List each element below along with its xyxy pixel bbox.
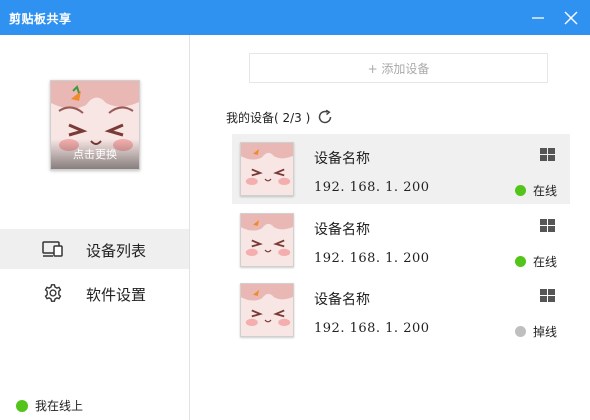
status-dot bbox=[16, 399, 28, 412]
device-avatar-image bbox=[241, 284, 293, 336]
window-title: 剪贴板共享 bbox=[9, 12, 72, 26]
device-ip: 192. 168. 1. 200 bbox=[314, 251, 430, 266]
windows-icon bbox=[540, 289, 555, 302]
device-avatar-image bbox=[241, 214, 293, 266]
device-name: 设备名称 bbox=[314, 151, 370, 167]
device-name: 设备名称 bbox=[314, 222, 370, 238]
device-status: 在线 bbox=[515, 182, 557, 199]
device-status: 在线 bbox=[515, 253, 557, 270]
device-name: 设备名称 bbox=[314, 292, 370, 308]
section-title: 我的设备( 2/3 ) bbox=[226, 111, 311, 125]
nav-item-devices[interactable]: 设备列表 bbox=[0, 229, 189, 269]
nav-item-settings-label: 软件设置 bbox=[86, 286, 147, 304]
windows-icon bbox=[540, 148, 555, 161]
devices-icon bbox=[42, 241, 63, 257]
minimize-button[interactable] bbox=[520, 0, 555, 35]
nav-item-devices-label: 设备列表 bbox=[86, 242, 147, 260]
avatar-change-hint: 点击更换 bbox=[73, 148, 117, 161]
device-status-label: 掉线 bbox=[533, 325, 558, 339]
gear-icon bbox=[44, 284, 62, 302]
status-dot bbox=[515, 326, 526, 337]
self-status-label: 我在线上 bbox=[35, 399, 84, 413]
self-status: 我在线上 bbox=[16, 397, 83, 414]
minimize-icon bbox=[531, 16, 544, 19]
add-device-button[interactable]: + 添加设备 bbox=[249, 53, 548, 83]
device-avatar bbox=[240, 142, 294, 196]
close-icon bbox=[564, 11, 577, 24]
status-dot bbox=[515, 256, 526, 267]
close-button[interactable] bbox=[553, 0, 588, 35]
title-bar: 剪贴板共享 bbox=[0, 0, 590, 35]
device-avatar bbox=[240, 213, 294, 267]
app-window: 剪贴板共享 点击更换 设备列表 软件设置 我在线上 + 添加设备 我的设备(2… bbox=[0, 0, 590, 420]
sidebar: 点击更换 设备列表 软件设置 我在线上 bbox=[0, 35, 190, 420]
device-status: 掉线 bbox=[515, 323, 557, 340]
device-avatar-image bbox=[241, 143, 293, 195]
device-status-label: 在线 bbox=[533, 255, 558, 269]
device-status-label: 在线 bbox=[533, 184, 558, 198]
device-card[interactable]: 设备名称 192. 168. 1. 200 在线 bbox=[232, 134, 570, 204]
status-dot bbox=[515, 185, 526, 196]
nav-item-settings[interactable]: 软件设置 bbox=[0, 273, 189, 313]
device-avatar bbox=[240, 283, 294, 337]
device-ip: 192. 168. 1. 200 bbox=[314, 180, 430, 195]
avatar[interactable]: 点击更换 bbox=[50, 80, 140, 170]
refresh-icon[interactable] bbox=[317, 109, 333, 125]
device-ip: 192. 168. 1. 200 bbox=[314, 321, 430, 336]
device-card[interactable]: 设备名称 192. 168. 1. 200 掉线 bbox=[232, 275, 570, 345]
windows-icon bbox=[540, 219, 555, 232]
device-card[interactable]: 设备名称 192. 168. 1. 200 在线 bbox=[232, 205, 570, 275]
